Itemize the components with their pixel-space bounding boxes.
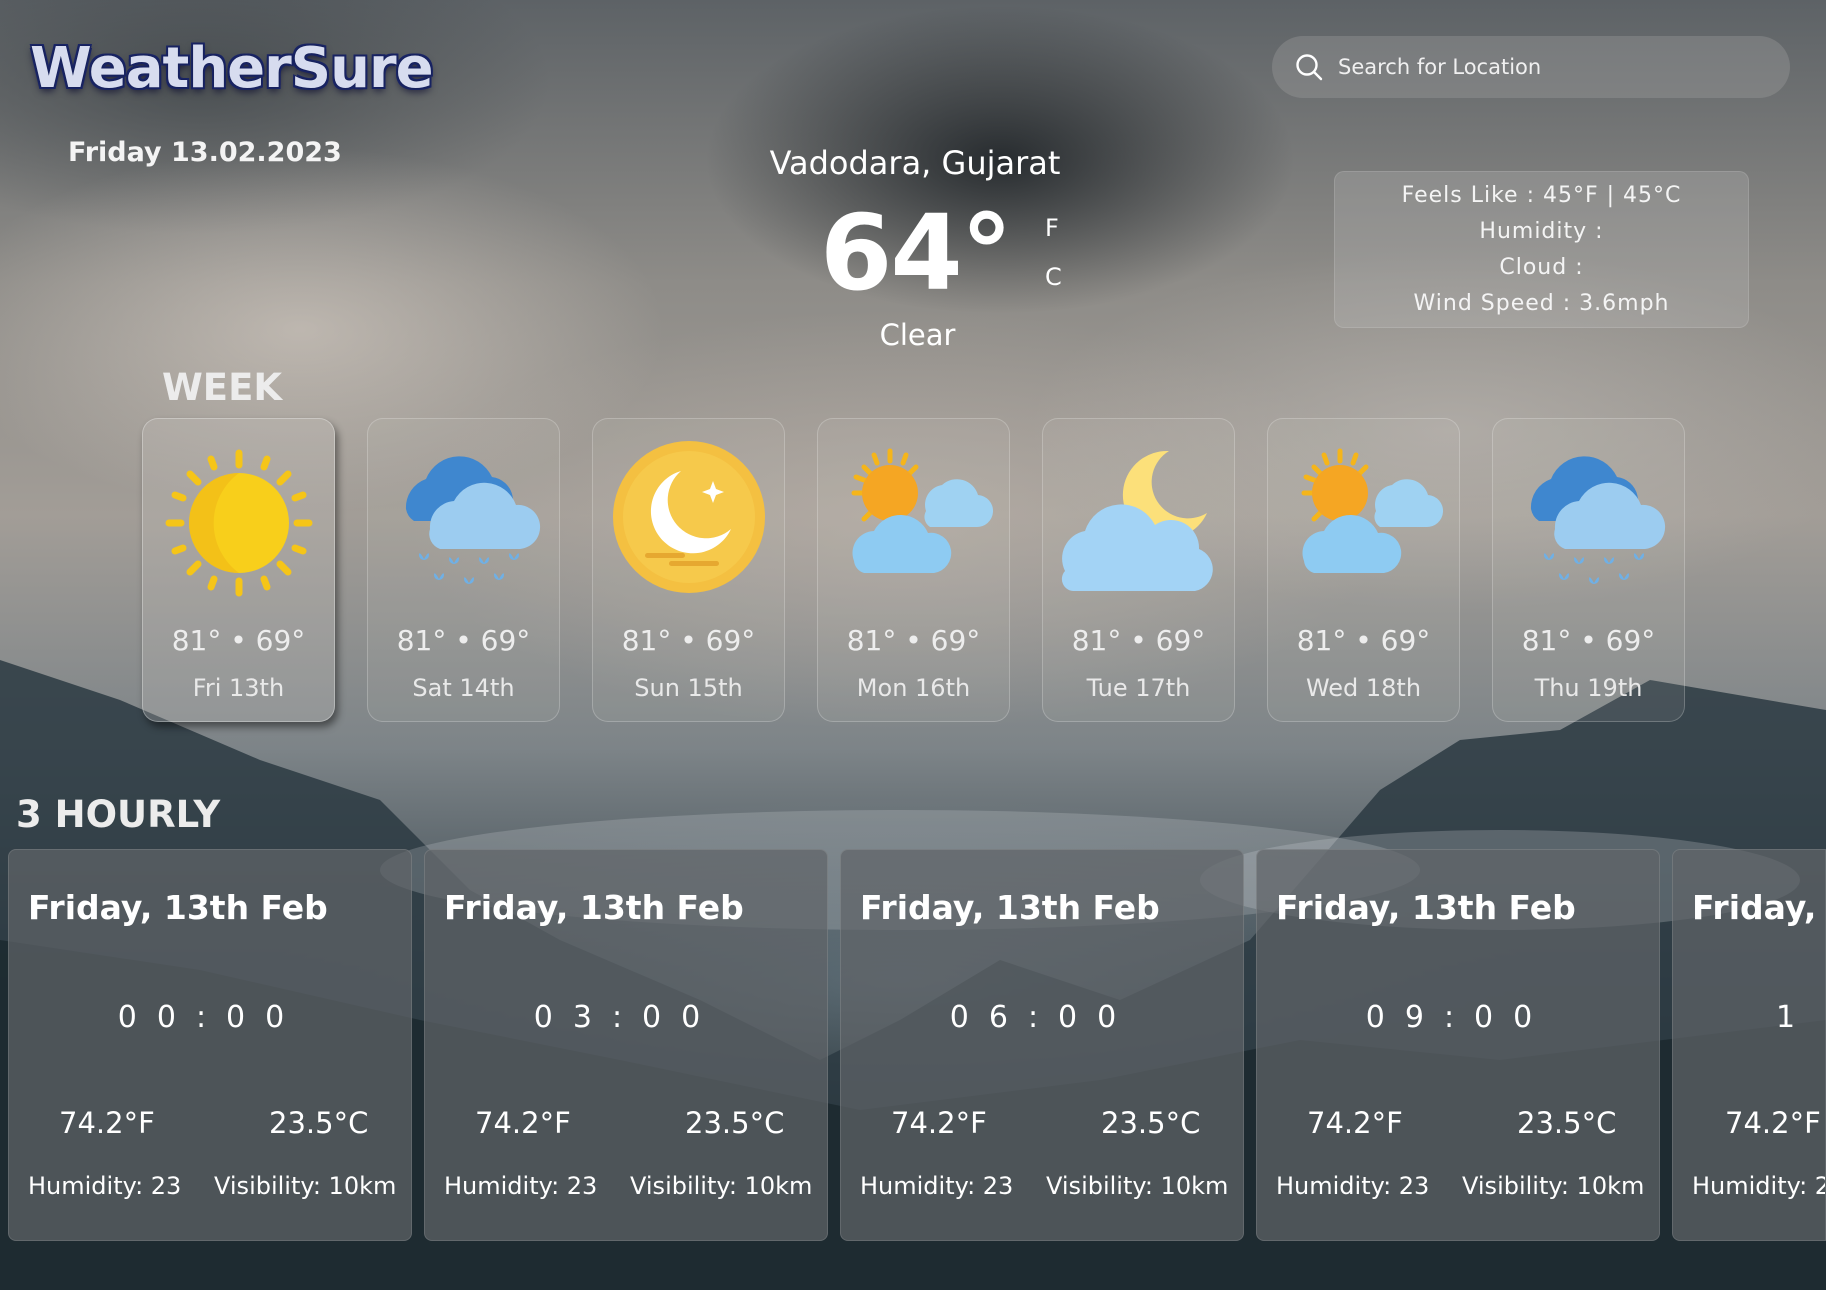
day-card-tue[interactable]: 81° • 69° Tue 17th (1042, 418, 1235, 722)
day-card-sat[interactable]: 81° • 69° Sat 14th (367, 418, 560, 722)
unit-celsius-toggle[interactable]: C (1045, 263, 1062, 291)
hourly-card[interactable]: Friday, 13th Feb 09:00 74.2°F 23.5°C Hum… (1256, 849, 1660, 1241)
hourly-time: 1 2 (1776, 1000, 1825, 1035)
hourly-card[interactable]: Friday, 13th Feb 03:00 74.2°F 23.5°C Hum… (424, 849, 828, 1241)
day-temp-range: 81° • 69° (1071, 624, 1206, 657)
hourly-humidity: Humidity: 23 (444, 1172, 598, 1200)
night-cloudy-icon (1061, 450, 1213, 591)
rain-cloud-icon (1530, 456, 1666, 584)
hourly-date: Friday, 13th Feb (860, 888, 1160, 927)
hourly-humidity: Humidity: 23 (28, 1172, 182, 1200)
hourly-date: Friday, 13th Feb (1276, 888, 1576, 927)
day-label: Mon 16th (856, 674, 971, 702)
hourly-temp-c: 23.5°C (269, 1106, 369, 1140)
location-name: Vadodara, Gujarat (769, 144, 1061, 182)
humidity: Humidity : (1479, 219, 1604, 245)
hourly-temp-c: 23.5°C (685, 1106, 785, 1140)
hourly-temp-f: 74.2°F (59, 1106, 155, 1140)
day-temp-range: 81° • 69° (396, 624, 531, 657)
hourly-time: 00:00 (117, 1000, 305, 1035)
hourly-section-title: 3 HOURLY (16, 793, 221, 836)
hourly-card[interactable]: Friday, 13th Feb 06:00 74.2°F 23.5°C Hum… (840, 849, 1244, 1241)
hourly-humidity: Humidity: 23 (1276, 1172, 1430, 1200)
moon-badge-icon (613, 441, 765, 593)
current-temperature: 64° (820, 192, 1013, 314)
weather-details-panel: Feels Like : 45°F | 45°C Humidity : Clou… (1334, 171, 1749, 328)
search-icon (1296, 54, 1323, 81)
feels-like: Feels Like : 45°F | 45°C (1401, 183, 1682, 209)
hourly-temp-f: 74.2°F (1307, 1106, 1403, 1140)
hourly-temp-c: 23.5°C (1101, 1106, 1201, 1140)
day-card-mon[interactable]: 81° • 69° Mon 16th (817, 418, 1010, 722)
day-label: Thu 19th (1534, 674, 1643, 702)
day-card-thu[interactable]: 81° • 69° Thu 19th (1492, 418, 1685, 722)
hourly-date: Friday, 13th Feb (28, 888, 328, 927)
day-temp-range: 81° • 69° (846, 624, 981, 657)
rain-cloud-icon (405, 456, 541, 584)
cloud: Cloud : (1499, 254, 1584, 280)
unit-fahrenheit-toggle[interactable]: F (1045, 214, 1059, 242)
partly-cloudy-icon (1301, 448, 1444, 573)
day-card-wed[interactable]: 81° • 69° Wed 18th (1267, 418, 1460, 722)
hourly-temp-f: 74.2°F (1725, 1106, 1821, 1140)
day-card-fri[interactable]: 81° • 69° Fri 13th (142, 418, 335, 722)
hourly-time: 09:00 (1365, 1000, 1553, 1035)
hourly-card-partial[interactable]: Friday, 1 1 2 74.2°F Humidity: 2 (1672, 849, 1826, 1241)
hourly-temp-f: 74.2°F (891, 1106, 987, 1140)
hourly-temp-f: 74.2°F (475, 1106, 571, 1140)
day-label: Tue 17th (1086, 674, 1191, 702)
sun-icon (165, 449, 313, 597)
search-bar[interactable] (1272, 36, 1790, 98)
day-label: Wed 18th (1305, 674, 1422, 702)
weather-condition: Clear (879, 318, 956, 352)
day-temp-range: 81° • 69° (1521, 624, 1656, 657)
hourly-time: 06:00 (949, 1000, 1137, 1035)
day-temp-range: 81° • 69° (1296, 624, 1431, 657)
week-section-title: WEEK (162, 366, 283, 409)
search-input[interactable] (1338, 55, 1738, 79)
hourly-date: Friday, 13th Feb (444, 888, 744, 927)
hourly-time: 03:00 (533, 1000, 721, 1035)
day-label: Fri 13th (192, 674, 285, 702)
hourly-date: Friday, 1 (1692, 888, 1825, 927)
wind-speed: Wind Speed : 3.6mph (1413, 290, 1670, 316)
partly-cloudy-icon (851, 448, 994, 573)
hourly-visibility: Visibility: 10km (1046, 1172, 1229, 1200)
hourly-visibility: Visibility: 10km (214, 1172, 397, 1200)
hourly-humidity: Humidity: 2 (1692, 1172, 1826, 1200)
hourly-humidity: Humidity: 23 (860, 1172, 1014, 1200)
hourly-card[interactable]: Friday, 13th Feb 00:00 74.2°F 23.5°C Hum… (8, 849, 412, 1241)
day-label: Sun 15th (634, 674, 743, 702)
app-logo[interactable]: WeatherSure (30, 36, 434, 101)
hourly-visibility: Visibility: 10km (1462, 1172, 1645, 1200)
day-label: Sat 14th (412, 674, 515, 702)
day-temp-range: 81° • 69° (171, 624, 306, 657)
hourly-visibility: Visibility: 10km (630, 1172, 813, 1200)
day-temp-range: 81° • 69° (621, 624, 756, 657)
hourly-temp-c: 23.5°C (1517, 1106, 1617, 1140)
day-card-sun[interactable]: 81° • 69° Sun 15th (592, 418, 785, 722)
current-date: Friday 13.02.2023 (68, 137, 342, 168)
